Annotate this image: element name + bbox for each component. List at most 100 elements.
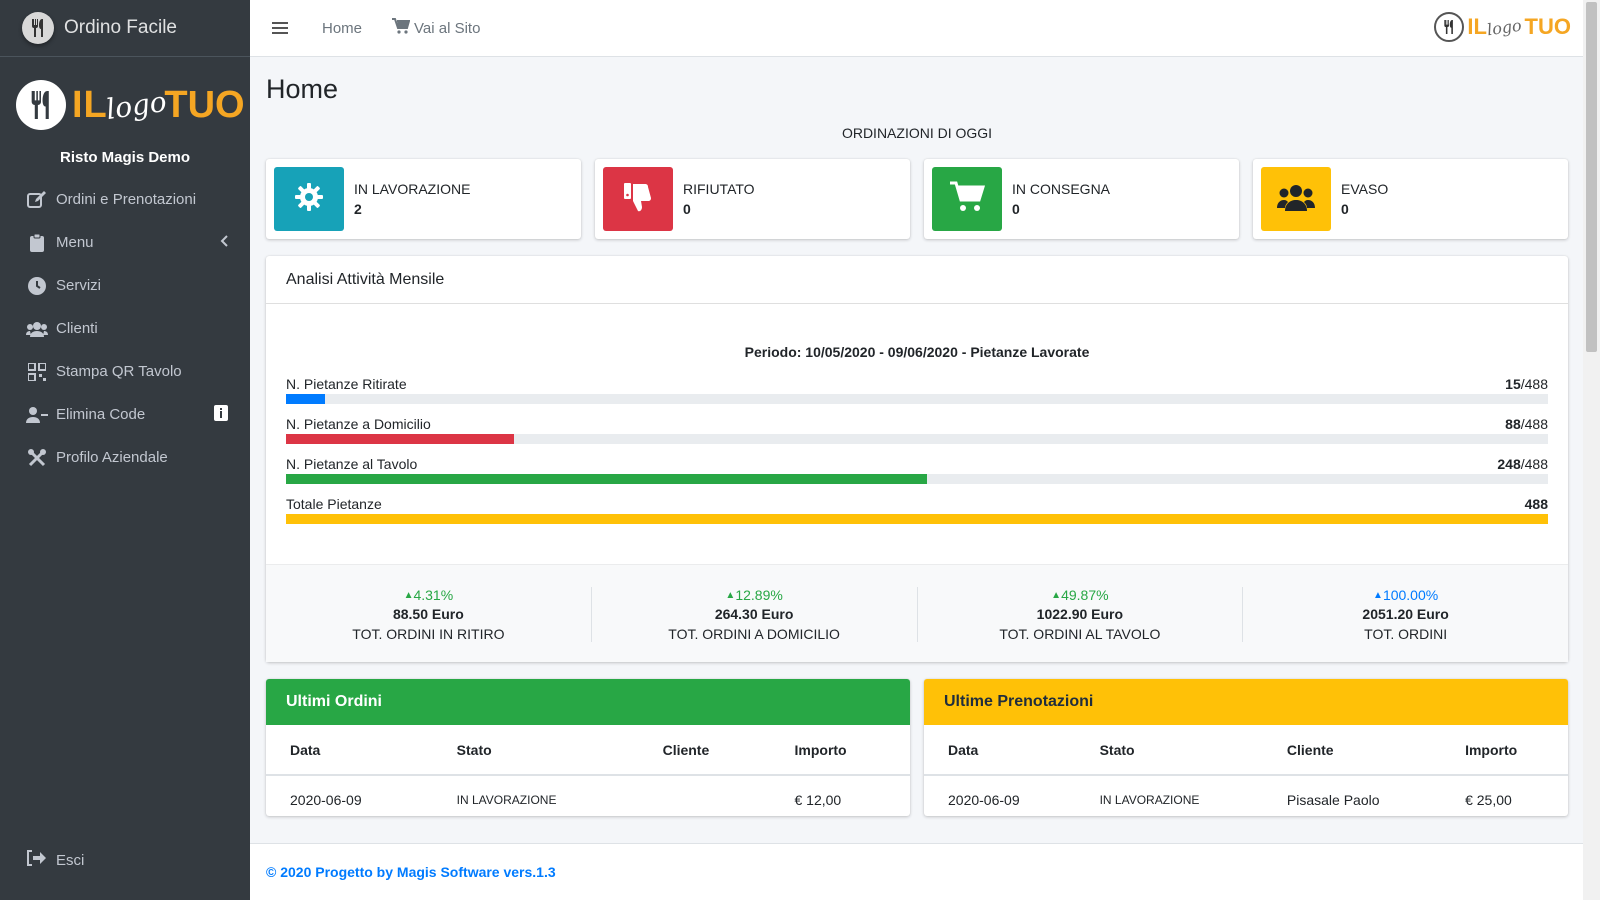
progress-label: N. Pietanze al Tavolo — [286, 456, 418, 472]
sidebar-item-profilo[interactable]: Profilo Aziendale — [0, 436, 250, 479]
stat-percentage: ▲12.89% — [725, 587, 783, 603]
stat-domicilio: ▲12.89% 264.30 Euro TOT. ORDINI A DOMICI… — [592, 587, 918, 642]
caret-up-icon: ▲ — [403, 590, 414, 601]
progress-value: 248/488 — [1497, 456, 1548, 472]
stat-amount: 1022.90 Euro — [1036, 606, 1124, 622]
vertical-scrollbar[interactable] — [1583, 0, 1600, 900]
logo-tuo: TUO — [1524, 14, 1571, 39]
logo-script: logo — [103, 84, 169, 126]
sidebar-item-servizi[interactable]: Servizi — [0, 264, 250, 307]
user-name[interactable]: Risto Magis Demo — [0, 149, 250, 166]
info-box-rifiutato[interactable]: RIFIUTATO 0 — [595, 159, 910, 239]
caret-up-icon: ▲ — [725, 590, 736, 601]
latest-bookings-card: Ultime Prenotazioni Data Stato Cliente I… — [924, 679, 1568, 816]
info-box-in-lavorazione[interactable]: IN LAVORAZIONE 2 — [266, 159, 581, 239]
stat-label: TOT. ORDINI IN RITIRO — [352, 626, 505, 642]
scrollbar-thumb[interactable] — [1586, 2, 1597, 352]
info-box-number: 0 — [1012, 201, 1020, 217]
progress-track — [286, 434, 1548, 444]
table-row[interactable]: 2020-06-09 IN LAVORAZIONE Pisasale Paolo… — [924, 775, 1568, 816]
users-icon — [26, 321, 48, 337]
cell-stato: IN LAVORAZIONE — [456, 792, 557, 807]
latest-orders-card: Ultimi Ordini Data Stato Cliente Importo… — [266, 679, 910, 816]
progress-total: /488 — [1520, 456, 1548, 472]
col-data: Data — [924, 725, 1076, 776]
sidebar-item-ordini[interactable]: Ordini e Prenotazioni — [0, 178, 250, 221]
progress-value: 488 — [1525, 496, 1548, 512]
info-box-number: 0 — [1341, 201, 1349, 217]
bookings-table: Data Stato Cliente Importo 2020-06-09 IN… — [924, 725, 1568, 816]
brand-link[interactable]: Ordino Facile — [0, 0, 250, 57]
info-box-evaso[interactable]: EVASO 0 — [1253, 159, 1568, 239]
sidebar-item-label: Clienti — [56, 320, 98, 337]
info-boxes: IN LAVORAZIONE 2 RIFIUTATO 0 IN CONSEGNA… — [266, 159, 1568, 239]
stat-totale: ▲100.00% 2051.20 Euro TOT. ORDINI — [1243, 587, 1568, 642]
table-row[interactable]: 2020-06-09 IN LAVORAZIONE € 12,00 — [266, 775, 910, 816]
stat-percentage: ▲100.00% — [1373, 587, 1439, 603]
progress-fill — [286, 474, 928, 484]
info-box-label: IN CONSEGNA — [1012, 181, 1111, 197]
sidebar-item-label: Menu — [56, 234, 94, 251]
logo-tuo: TUO — [164, 83, 245, 126]
info-icon[interactable] — [214, 404, 228, 425]
nav-home-link[interactable]: Home — [322, 20, 362, 37]
progress-total: /488 — [1520, 376, 1548, 392]
progress-track — [286, 514, 1548, 524]
card-title: Analisi Attività Mensile — [266, 256, 1568, 304]
cell-data: 2020-06-09 — [290, 791, 362, 808]
col-importo: Importo — [1441, 725, 1568, 776]
sidebar-item-menu[interactable]: Menu — [0, 221, 250, 264]
cell-importo: € 12,00 — [794, 791, 842, 808]
progress-value: 88/488 — [1505, 416, 1548, 432]
main-content: Home ORDINAZIONI DI OGGI IN LAVORAZIONE … — [266, 57, 1568, 816]
progress-count: 88 — [1505, 416, 1521, 432]
progress-tavolo: N. Pietanze al Tavolo 248/488 — [286, 456, 1548, 484]
col-stato: Stato — [432, 725, 639, 776]
thumbs-down-icon — [623, 181, 653, 217]
progress-ritirate: N. Pietanze Ritirate 15/488 — [286, 376, 1548, 404]
fork-knife-icon — [16, 80, 66, 130]
cell-cliente — [639, 775, 771, 816]
nav-site-link[interactable]: Vai al Sito — [392, 18, 480, 38]
tools-icon — [26, 448, 48, 467]
progress-count: 488 — [1524, 496, 1548, 512]
sidebar-item-stampa-qr[interactable]: Stampa QR Tavolo — [0, 350, 250, 393]
header-logo[interactable]: IL logo TUO — [1434, 12, 1571, 42]
stat-label: TOT. ORDINI A DOMICILIO — [668, 626, 840, 642]
info-box-number: 2 — [354, 201, 362, 217]
page-footer: © 2020 Progetto by Magis Software vers.1… — [250, 843, 1583, 900]
col-cliente: Cliente — [638, 725, 771, 776]
progress-fill — [286, 514, 1548, 524]
logo-il: IL — [1467, 14, 1487, 39]
sidebar-item-elimina-code[interactable]: Elimina Code — [0, 393, 250, 436]
monthly-analysis-card: Analisi Attività Mensile Periodo: 10/05/… — [266, 256, 1568, 662]
info-box-number: 0 — [683, 201, 691, 217]
sidebar-item-label: Stampa QR Tavolo — [56, 363, 182, 380]
period-label: Periodo: 10/05/2020 - 09/06/2020 - Pieta… — [744, 344, 1090, 360]
sidebar-item-clienti[interactable]: Clienti — [0, 307, 250, 350]
gear-icon — [294, 182, 324, 216]
logout-label: Esci — [56, 851, 85, 869]
sidebar-item-label: Servizi — [56, 277, 102, 294]
info-box-label: RIFIUTATO — [683, 181, 755, 197]
sign-out-icon — [26, 850, 46, 870]
orders-table: Data Stato Cliente Importo 2020-06-09 IN… — [266, 725, 910, 816]
logo-script: logo — [1485, 15, 1523, 39]
nav-site-label: Vai al Sito — [414, 19, 481, 37]
stat-amount: 88.50 Euro — [392, 606, 464, 622]
col-cliente: Cliente — [1262, 725, 1442, 776]
info-box-in-consegna[interactable]: IN CONSEGNA 0 — [924, 159, 1239, 239]
company-logo: IL logo TUO — [0, 57, 250, 133]
table-header-row: Data Stato Cliente Importo — [266, 725, 910, 776]
fork-knife-icon — [1434, 12, 1465, 42]
caret-up-icon: ▲ — [1051, 590, 1062, 601]
logout-button[interactable]: Esci — [26, 850, 84, 870]
stat-amount: 2051.20 Euro — [1362, 606, 1449, 622]
sidebar-item-label: Ordini e Prenotazioni — [56, 191, 197, 208]
hamburger-menu-icon[interactable] — [272, 21, 288, 35]
footer-copyright[interactable]: © 2020 Progetto by Magis Software vers.1… — [266, 864, 556, 880]
clipboard-icon — [26, 233, 48, 252]
brand-text: Ordino Facile — [64, 17, 177, 38]
page-title: Home — [266, 74, 339, 104]
stat-ritiro: ▲4.31% 88.50 Euro TOT. ORDINI IN RITIRO — [266, 587, 592, 642]
